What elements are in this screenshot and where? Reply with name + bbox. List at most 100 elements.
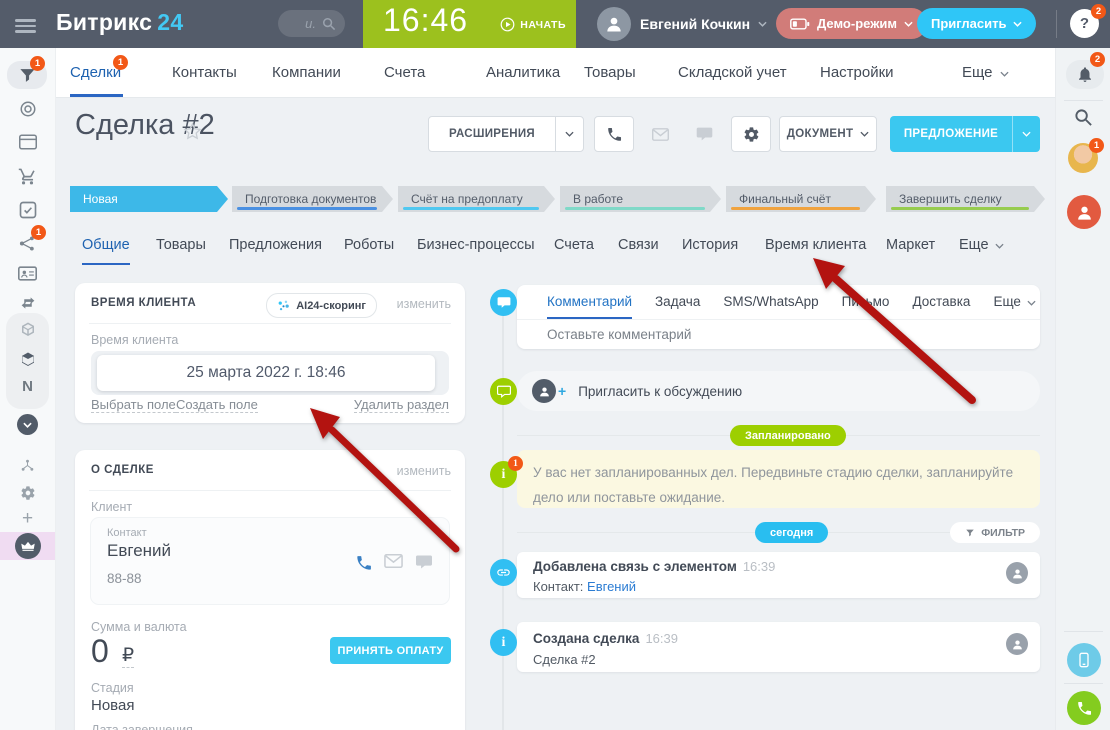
offer-dropdown[interactable] <box>1012 116 1040 152</box>
tab-links[interactable]: Связи <box>618 230 659 263</box>
amount-value[interactable]: 0 <box>91 633 109 670</box>
nav-item-companies[interactable]: Компании <box>272 48 341 97</box>
stage-docs[interactable]: Подготовка документов <box>232 186 393 212</box>
filter-label: ФИЛЬТР <box>981 527 1025 539</box>
filter-button[interactable]: ФИЛЬТР <box>950 522 1040 543</box>
client-time-field-label: Время клиента <box>91 333 178 347</box>
demo-mode-button[interactable]: Демо-режим <box>776 8 927 39</box>
feed-tab-mail[interactable]: Письмо <box>842 286 890 319</box>
currency-symbol[interactable]: ₽ <box>122 644 134 668</box>
sidebar-item-sitemap[interactable] <box>0 458 55 473</box>
help-button[interactable]: ? 2 <box>1070 9 1099 38</box>
card-divider <box>89 490 451 491</box>
offer-button[interactable]: ПРЕДЛОЖЕНИЕ <box>890 116 1040 152</box>
email-button[interactable] <box>642 116 678 152</box>
stage-prepay[interactable]: Счёт на предоплату <box>398 186 555 212</box>
entry-time: 16:39 <box>645 631 678 646</box>
start-day-button[interactable]: НАЧАТЬ <box>500 17 566 32</box>
timeline-entry-deal-created[interactable]: Создана сделка16:39 Сделка #2 <box>517 622 1040 672</box>
tab-market[interactable]: Маркет <box>886 230 935 263</box>
tab-robots[interactable]: Роботы <box>344 230 394 263</box>
contact-email-icon[interactable] <box>384 554 403 568</box>
select-field-link[interactable]: Выбрать поле <box>91 397 176 413</box>
sidebar-expand-button[interactable] <box>0 414 55 435</box>
sidebar-tariff-button[interactable] <box>0 533 55 559</box>
timeline-entry-link-added[interactable]: Добавлена связь с элементом16:39 Контакт… <box>517 552 1040 598</box>
extensions-button[interactable]: РАСШИРЕНИЯ <box>428 116 584 152</box>
user-avatar[interactable] <box>597 7 631 41</box>
entry-contact-link[interactable]: Евгений <box>587 579 636 594</box>
nav-item-analytics[interactable]: Аналитика <box>486 48 560 97</box>
sidebar-item-tasks[interactable] <box>0 201 55 219</box>
accept-payment-button[interactable]: ПРИНЯТЬ ОПЛАТУ <box>330 637 451 664</box>
feed-tab-delivery[interactable]: Доставка <box>912 286 970 319</box>
stage-close[interactable]: Завершить сделку <box>886 186 1045 212</box>
extensions-dropdown[interactable] <box>555 117 583 151</box>
tab-bizproc[interactable]: Бизнес-процессы <box>417 230 535 263</box>
sidebar-item-app-1[interactable] <box>0 321 55 339</box>
tab-invoices[interactable]: Счета <box>554 230 594 263</box>
sidebar-item-app-2[interactable] <box>0 351 55 369</box>
nav-item-more[interactable]: Еще <box>962 48 1009 97</box>
contact-name[interactable]: Евгений <box>107 541 171 561</box>
sidebar-item-network[interactable] <box>0 234 55 253</box>
feed-tab-more[interactable]: Еще <box>993 286 1035 319</box>
feed-tab-task[interactable]: Задача <box>655 286 700 319</box>
deal-settings-button[interactable] <box>731 116 771 152</box>
chat-button[interactable] <box>686 116 722 152</box>
logo-text: Битрикс <box>56 9 152 35</box>
nav-item-invoices[interactable]: Счета <box>384 48 425 97</box>
edit-section-link[interactable]: изменить <box>397 297 451 311</box>
nav-item-settings[interactable]: Настройки <box>820 48 894 97</box>
delete-section-link[interactable]: Удалить раздел <box>354 397 449 413</box>
sidebar-item-processes[interactable] <box>0 294 55 312</box>
comment-input[interactable]: Оставьте комментарий <box>517 320 1040 349</box>
sidebar-item-employees[interactable] <box>0 266 55 281</box>
contact-card[interactable]: Контакт Евгений 88-88 <box>91 518 449 604</box>
sidebar-item-shop[interactable] <box>0 167 55 186</box>
tab-history[interactable]: История <box>682 230 738 263</box>
sidebar-settings-button[interactable] <box>0 485 55 501</box>
contact-chat-icon[interactable] <box>415 554 433 570</box>
rail-search-button[interactable] <box>1074 108 1093 127</box>
feed-tab-comment[interactable]: Комментарий <box>547 286 632 319</box>
nav-item-contacts[interactable]: Контакты <box>172 48 237 97</box>
favorite-star-icon[interactable] <box>183 122 202 141</box>
tab-more[interactable]: Еще <box>959 230 1004 263</box>
telephony-button[interactable] <box>1067 691 1101 725</box>
contact-call-icon[interactable] <box>355 554 373 572</box>
stage-inwork[interactable]: В работе <box>560 186 721 212</box>
ai-scoring-button[interactable]: AI24-скоринг <box>266 293 377 318</box>
invite-discussion-row[interactable]: + Пригласить к обсуждению <box>517 371 1040 411</box>
client-time-datetime-field[interactable]: 25 марта 2022 г. 18:46 <box>97 355 435 391</box>
sidebar-item-crm[interactable] <box>0 66 55 85</box>
nav-item-products[interactable]: Товары <box>584 48 636 97</box>
app-logo[interactable]: Битрикс24 <box>56 9 183 36</box>
nav-item-deals[interactable]: Сделки <box>70 48 121 97</box>
tab-quotes[interactable]: Предложения <box>229 230 322 263</box>
invite-button[interactable]: Пригласить <box>917 8 1036 39</box>
planner-clock[interactable]: 16:46 НАЧАТЬ <box>363 0 576 48</box>
edit-section-link[interactable]: изменить <box>397 464 451 478</box>
nav-item-inventory[interactable]: Складской учет <box>678 48 787 97</box>
mobile-app-button[interactable] <box>1067 643 1101 677</box>
tab-client-time[interactable]: Время клиента <box>765 230 866 263</box>
sidebar-add-button[interactable]: + <box>0 508 55 530</box>
feed-tab-sms[interactable]: SMS/WhatsApp <box>723 286 818 319</box>
tab-general[interactable]: Общие <box>82 230 130 265</box>
user-menu[interactable]: Евгений Кочкин <box>640 0 767 48</box>
profile-avatar[interactable] <box>1067 195 1101 229</box>
notifications-button[interactable] <box>1076 65 1094 84</box>
call-button[interactable] <box>594 116 634 152</box>
stage-field-value[interactable]: Новая <box>91 697 134 714</box>
stage-final-invoice[interactable]: Финальный счёт <box>726 186 876 212</box>
document-button[interactable]: ДОКУМЕНТ <box>779 116 877 152</box>
sidebar-item-sites[interactable] <box>0 134 55 150</box>
sidebar-item-marketing[interactable] <box>0 100 55 118</box>
sidebar-item-workspace-n[interactable]: N <box>0 378 55 395</box>
search-input[interactable]: и. <box>278 10 345 37</box>
stage-new[interactable]: Новая <box>70 186 228 212</box>
tab-products[interactable]: Товары <box>156 230 206 263</box>
menu-toggle-icon[interactable] <box>15 16 36 36</box>
create-field-link[interactable]: Создать поле <box>176 397 258 413</box>
